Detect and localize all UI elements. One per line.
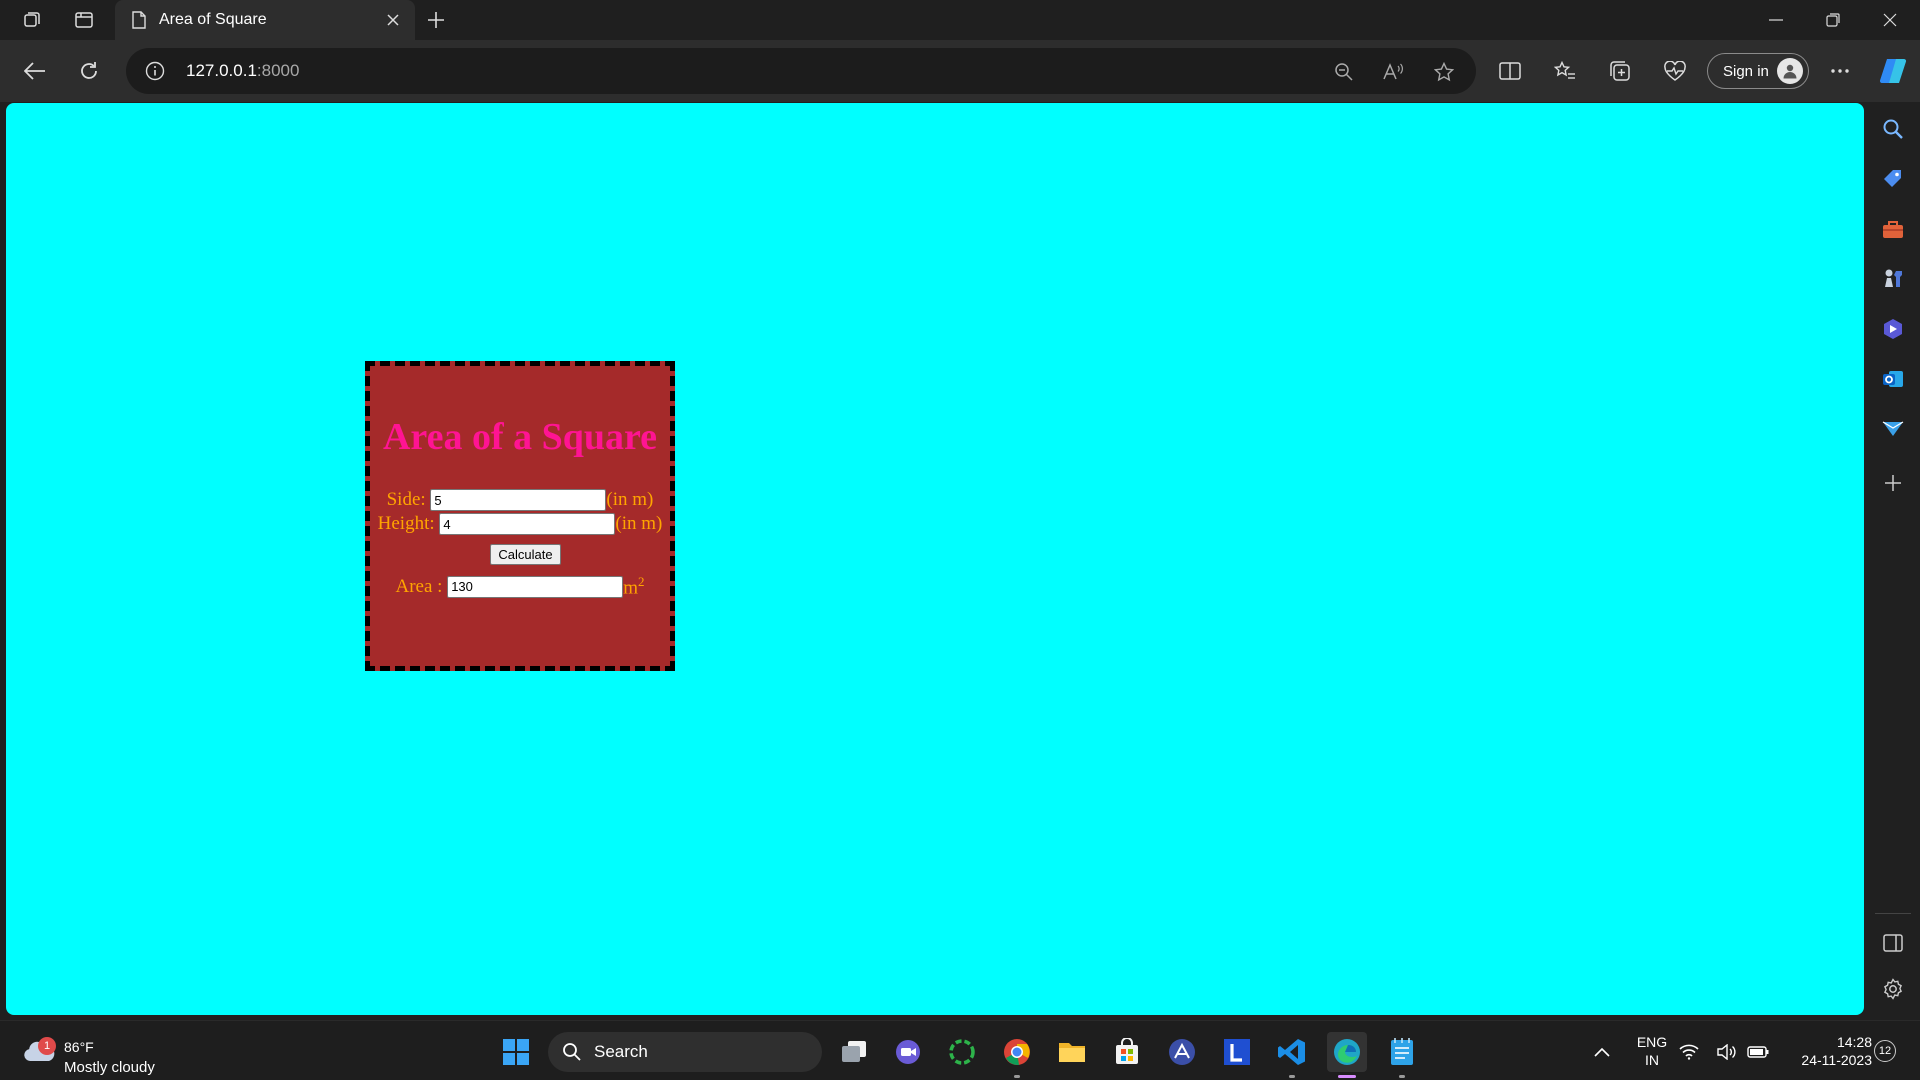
tab-area-of-square[interactable]: Area of Square <box>115 0 415 40</box>
vpn-icon[interactable] <box>1162 1032 1202 1072</box>
wifi-icon[interactable] <box>1676 1032 1702 1072</box>
sign-in-button[interactable]: Sign in <box>1707 53 1809 89</box>
page-icon <box>131 11 147 29</box>
height-unit: (in m) <box>615 513 663 534</box>
url-text[interactable]: 127.0.0.1:8000 <box>186 61 299 81</box>
l-app-icon[interactable] <box>1217 1032 1257 1072</box>
more-options-icon[interactable] <box>1823 54 1857 88</box>
weather-condition: Mostly cloudy <box>64 1059 155 1076</box>
close-tab-icon[interactable] <box>383 10 403 30</box>
edge-sidebar <box>1866 103 1920 1015</box>
area-output[interactable] <box>447 575 624 598</box>
browser-essentials-icon[interactable] <box>1658 54 1692 88</box>
store-icon[interactable] <box>1107 1032 1147 1072</box>
area-label: Area : <box>395 575 443 597</box>
area-unit: m2 <box>623 574 645 599</box>
title-bar: Area of Square <box>0 0 1920 40</box>
taskbar-search[interactable]: Search <box>548 1032 822 1072</box>
page-heading: Area of a Square <box>382 416 658 458</box>
back-icon[interactable] <box>18 54 52 88</box>
reload-icon[interactable] <box>72 54 106 88</box>
file-explorer-icon[interactable] <box>1052 1032 1092 1072</box>
meet-icon[interactable] <box>888 1032 928 1072</box>
weather-widget[interactable]: 1 86°F Mostly cloudy <box>20 1029 190 1076</box>
weather-badge: 1 <box>38 1037 56 1055</box>
volume-icon[interactable] <box>1714 1032 1740 1072</box>
toolbox-icon[interactable] <box>1879 215 1907 243</box>
minimize-icon[interactable] <box>1748 0 1804 40</box>
page-viewport: Area of a Square Side: (in m) Height: (i… <box>6 103 1864 1015</box>
copilot-icon[interactable] <box>1876 54 1910 88</box>
area-row: Area : m2 <box>370 574 670 599</box>
side-row: Side: (in m) <box>370 489 670 511</box>
clock-date: 24-11-2023 <box>1801 1052 1872 1068</box>
language-indicator[interactable]: ENG IN <box>1630 1033 1674 1069</box>
tag-icon[interactable] <box>1879 165 1907 193</box>
favorite-star-icon[interactable] <box>1431 59 1457 85</box>
workspaces-icon[interactable] <box>20 8 44 32</box>
side-input[interactable] <box>430 489 607 511</box>
zoom-out-icon[interactable] <box>1331 59 1357 85</box>
read-aloud-icon[interactable] <box>1381 59 1407 85</box>
address-bar[interactable]: 127.0.0.1:8000 <box>126 48 1476 94</box>
search-glyph-icon <box>563 1043 581 1061</box>
clock[interactable]: 14:28 24-11-2023 <box>1776 1033 1872 1069</box>
favorites-icon[interactable] <box>1548 54 1582 88</box>
tab-actions-icon[interactable] <box>72 8 96 32</box>
running-indicator <box>1014 1075 1020 1078</box>
refresh-app-icon[interactable] <box>942 1032 982 1072</box>
settings-icon[interactable] <box>1879 975 1907 1003</box>
clock-time: 14:28 <box>1836 1034 1872 1050</box>
show-hidden-icons-icon[interactable] <box>1582 1032 1622 1072</box>
weather-temperature: 86°F <box>64 1039 94 1055</box>
height-input[interactable] <box>439 513 616 535</box>
calculate-button[interactable]: Calculate <box>490 544 561 565</box>
notepad-icon[interactable] <box>1382 1032 1422 1078</box>
send-icon[interactable] <box>1879 415 1907 443</box>
sidebar-divider <box>1875 913 1911 914</box>
sign-in-label: Sign in <box>1723 62 1769 80</box>
outlook-icon[interactable] <box>1879 365 1907 393</box>
running-indicator <box>1289 1075 1295 1078</box>
task-view-icon[interactable] <box>834 1032 874 1072</box>
add-icon[interactable] <box>1879 469 1907 497</box>
site-info-icon[interactable] <box>144 60 166 82</box>
windows-taskbar: 1 86°F Mostly cloudy Search ENG IN 14:28… <box>0 1020 1920 1080</box>
restore-icon[interactable] <box>1805 0 1861 40</box>
close-window-icon[interactable] <box>1862 0 1918 40</box>
collections-icon[interactable] <box>1603 54 1637 88</box>
tab-title: Area of Square <box>159 11 267 28</box>
battery-icon[interactable] <box>1744 1032 1772 1072</box>
split-screen-icon[interactable] <box>1493 54 1527 88</box>
active-indicator <box>1338 1075 1356 1078</box>
height-label: Height: <box>377 513 435 534</box>
browser-toolbar: 127.0.0.1:8000 Sign in <box>0 40 1920 102</box>
search-icon[interactable] <box>1879 115 1907 143</box>
profile-avatar-icon <box>1777 58 1803 84</box>
edge-icon[interactable] <box>1327 1032 1367 1078</box>
copilot-app-icon[interactable] <box>1879 315 1907 343</box>
area-calculator-box: Area of a Square Side: (in m) Height: (i… <box>365 361 675 671</box>
chrome-icon[interactable] <box>997 1032 1037 1078</box>
windows-start-icon[interactable] <box>496 1032 536 1072</box>
vscode-icon[interactable] <box>1272 1032 1312 1078</box>
taskbar-search-label: Search <box>594 1042 648 1061</box>
new-tab-icon[interactable] <box>424 8 448 32</box>
notification-badge[interactable]: 12 <box>1874 1040 1896 1062</box>
sidebar-toggle-icon[interactable] <box>1879 929 1907 957</box>
side-unit: (in m) <box>606 489 654 510</box>
side-label: Side: <box>386 489 426 510</box>
height-row: Height: (in m) <box>370 513 670 535</box>
running-indicator <box>1399 1075 1405 1078</box>
chess-icon[interactable] <box>1879 265 1907 293</box>
